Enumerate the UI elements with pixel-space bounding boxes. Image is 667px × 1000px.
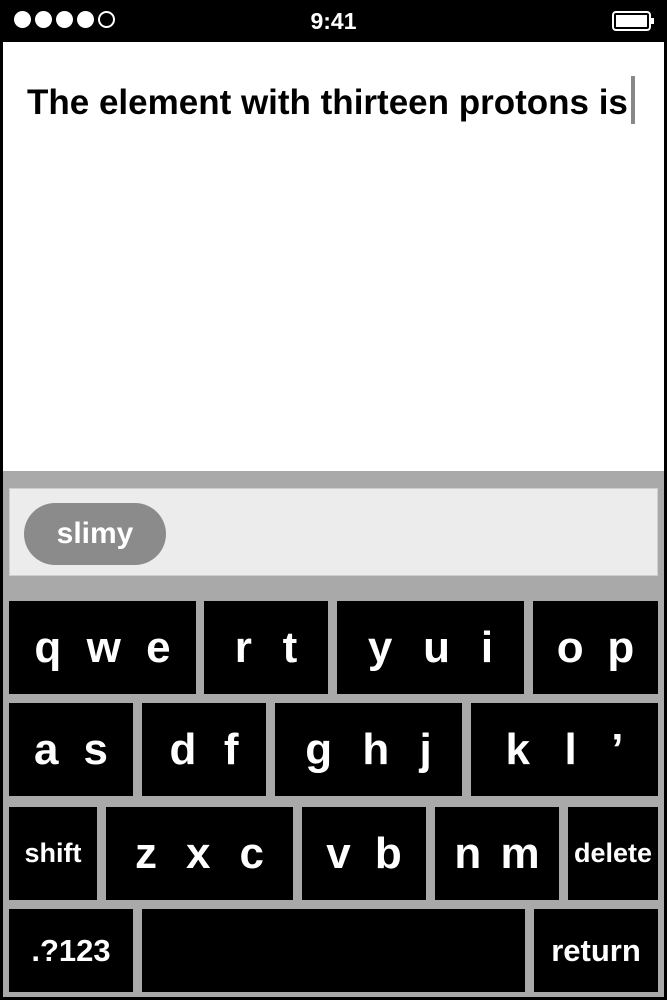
key-label: i xyxy=(480,622,494,672)
key-label: s xyxy=(83,724,108,774)
numbers-key[interactable]: .?123 xyxy=(9,909,133,992)
key-label: v xyxy=(326,828,351,878)
key-label: t xyxy=(282,622,298,672)
key-label: w xyxy=(86,622,121,672)
key-group-as[interactable]: a s xyxy=(9,703,133,796)
key-label: q xyxy=(34,622,62,672)
key-group-qwe[interactable]: q w e xyxy=(9,601,196,694)
phone-screen: 9:41 The element with thirteen protons i… xyxy=(0,0,667,1000)
suggestion-bar: slimy xyxy=(9,488,658,576)
key-label: .?123 xyxy=(31,932,111,968)
key-label: y xyxy=(367,622,393,672)
status-time: 9:41 xyxy=(310,8,357,34)
keyboard: slimy q w e r t y u i o p a s d f g h j … xyxy=(3,471,664,997)
key-group-df[interactable]: d f xyxy=(142,703,266,796)
text-input-area[interactable]: The element with thirteen protons is xyxy=(3,42,664,471)
key-label: g xyxy=(305,724,333,774)
key-label: shift xyxy=(24,838,82,868)
key-label: x xyxy=(186,828,211,878)
key-label: o xyxy=(556,622,584,672)
status-bar: 9:41 xyxy=(0,0,667,42)
key-label: k xyxy=(505,724,530,774)
key-label: c xyxy=(239,828,264,878)
key-group-nm[interactable]: n m xyxy=(435,807,559,900)
key-label: p xyxy=(607,622,635,672)
delete-key[interactable]: delete xyxy=(568,807,658,900)
key-group-op[interactable]: o p xyxy=(533,601,658,694)
key-group-ghj[interactable]: g h j xyxy=(275,703,462,796)
return-key[interactable]: return xyxy=(534,909,658,992)
key-label: d xyxy=(169,724,197,774)
typed-text[interactable]: The element with thirteen protons is xyxy=(27,76,647,125)
typed-text-content: The element with thirteen protons is xyxy=(27,83,628,122)
key-label: u xyxy=(423,622,451,672)
key-group-kl-apostrophe[interactable]: k l ’ xyxy=(471,703,658,796)
key-label: delete xyxy=(573,838,653,868)
suggestion-chip[interactable]: slimy xyxy=(24,503,166,565)
key-group-rt[interactable]: r t xyxy=(204,601,328,694)
key-label: j xyxy=(419,724,432,774)
key-group-zxc[interactable]: z x c xyxy=(106,807,293,900)
key-label: ’ xyxy=(611,724,624,774)
key-group-yui[interactable]: y u i xyxy=(337,601,524,694)
key-label: n xyxy=(454,828,482,878)
key-label: z xyxy=(135,828,157,878)
key-label: l xyxy=(564,724,577,774)
key-label: m xyxy=(500,828,540,878)
key-label: a xyxy=(34,724,59,774)
key-label: h xyxy=(362,724,390,774)
space-key[interactable] xyxy=(142,909,525,992)
key-label: r xyxy=(234,622,252,672)
key-label: f xyxy=(223,724,239,774)
key-label: return xyxy=(551,932,641,968)
key-label: e xyxy=(146,622,171,672)
battery-icon xyxy=(612,11,654,31)
shift-key[interactable]: shift xyxy=(9,807,97,900)
key-group-vb[interactable]: v b xyxy=(302,807,426,900)
text-cursor xyxy=(630,76,635,124)
key-label: b xyxy=(374,828,402,878)
